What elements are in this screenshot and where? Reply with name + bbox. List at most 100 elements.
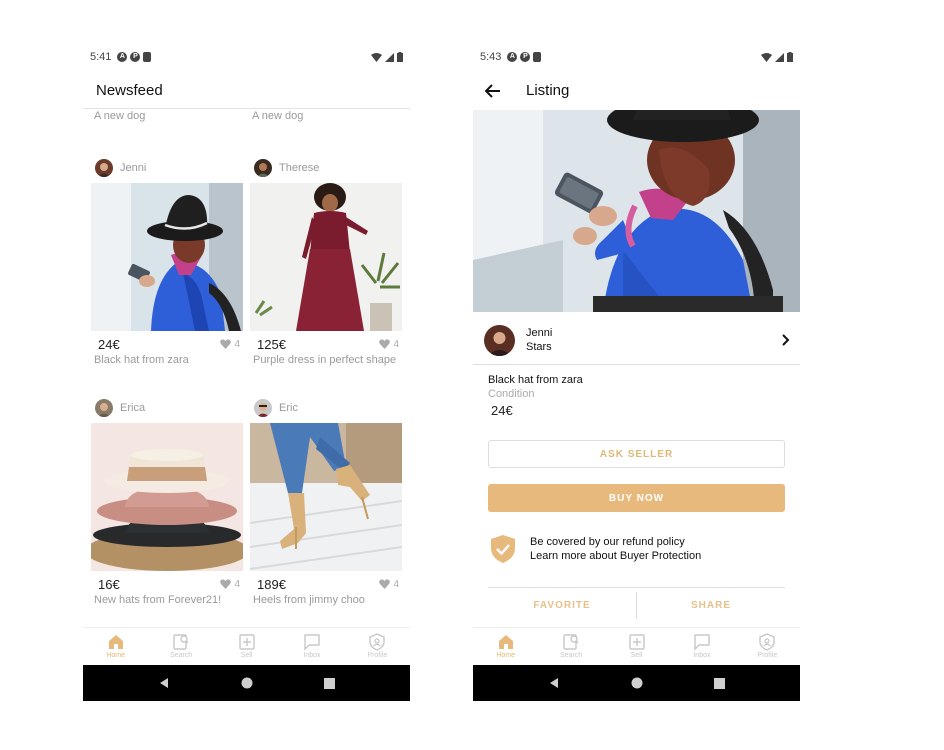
- recents-icon[interactable]: [323, 677, 335, 689]
- nav-label: Profile: [367, 652, 388, 659]
- feed-post[interactable]: Jenni 24€ 4 Black hat from zara: [91, 158, 243, 366]
- home-icon: [108, 635, 123, 649]
- sd-card-icon: [143, 52, 152, 62]
- post-user-name: Therese: [279, 162, 320, 174]
- notification-icon: A: [507, 52, 518, 62]
- home-circle-icon[interactable]: [631, 677, 643, 689]
- seller-info: Jenni Stars: [526, 326, 552, 354]
- nav-label: Inbox: [303, 652, 321, 659]
- battery-icon: [787, 52, 793, 62]
- like-button[interactable]: 4: [220, 579, 240, 590]
- like-count: 4: [393, 578, 399, 590]
- feed-post[interactable]: Therese 125€ 4 Purple dress in perfect s…: [250, 158, 402, 366]
- feed-post[interactable]: Erica 16€ 4 New hats from Forever21!: [91, 398, 243, 606]
- protection-link[interactable]: Learn more about Buyer Protection: [530, 549, 701, 563]
- newsfeed-screen: 5:41 A P Newsfeed A new dog A new dog Je…: [83, 42, 410, 701]
- nav-item-sell[interactable]: Sell: [604, 628, 669, 665]
- nav-item-home[interactable]: Home: [83, 628, 148, 665]
- buyer-protection[interactable]: Be covered by our refund policy Learn mo…: [490, 534, 701, 564]
- signal-icon: [385, 52, 394, 62]
- like-count: 4: [393, 338, 399, 350]
- nav-item-profile[interactable]: Profile: [735, 628, 800, 665]
- back-icon[interactable]: [158, 677, 170, 689]
- search-icon: [173, 634, 189, 650]
- nav-item-inbox[interactable]: Inbox: [669, 628, 734, 665]
- share-button[interactable]: SHARE: [637, 588, 785, 623]
- listing-screen: 5:43 A P Listing Jenni Stars Black hat f…: [473, 42, 800, 701]
- item-title: Black hat from zara: [488, 374, 583, 386]
- nav-label: Search: [560, 652, 583, 659]
- post-user[interactable]: Erica: [91, 398, 243, 418]
- post-title: Heels from jimmy choo: [253, 594, 365, 606]
- search-icon: [563, 634, 579, 650]
- favorite-button[interactable]: FAVORITE: [488, 588, 636, 623]
- post-title: A new dog: [94, 110, 146, 122]
- chevron-right-icon: [782, 334, 790, 346]
- like-button[interactable]: 4: [379, 339, 399, 350]
- nav-item-search[interactable]: Search: [538, 628, 603, 665]
- action-row: FAVORITE SHARE: [488, 587, 785, 623]
- post-title: A new dog: [252, 110, 304, 122]
- nav-label: Profile: [757, 652, 778, 659]
- post-user-name: Eric: [279, 402, 298, 414]
- nav-item-sell[interactable]: Sell: [214, 628, 279, 665]
- nav-label: Inbox: [693, 652, 711, 659]
- price: 189€: [257, 576, 286, 592]
- sell-icon: [628, 634, 645, 650]
- inbox-icon: [694, 634, 710, 651]
- previous-row: A new dog A new dog: [83, 110, 410, 130]
- ask-seller-button[interactable]: ASK SELLER: [488, 440, 785, 468]
- post-user[interactable]: Therese: [250, 158, 402, 178]
- signal-icon: [775, 52, 784, 62]
- bottom-nav: Home Search Sell Inbox Profile: [83, 627, 410, 665]
- post-image[interactable]: [250, 423, 402, 571]
- app-bar: Newsfeed: [83, 72, 410, 109]
- buy-now-button[interactable]: BUY NOW: [488, 484, 785, 512]
- post-user-name: Jenni: [120, 162, 147, 174]
- like-button[interactable]: 4: [220, 339, 240, 350]
- nav-item-profile[interactable]: Profile: [345, 628, 410, 665]
- nav-label: Home: [496, 652, 516, 659]
- page-title: Listing: [526, 82, 570, 99]
- seller-stars: Stars: [526, 341, 552, 353]
- status-time: 5:43: [480, 51, 502, 63]
- home-circle-icon[interactable]: [241, 677, 253, 689]
- nav-label: Sell: [630, 652, 643, 659]
- like-count: 4: [234, 578, 240, 590]
- post-image[interactable]: [91, 183, 243, 331]
- heart-icon: [220, 339, 232, 349]
- wifi-icon: [371, 52, 382, 62]
- feed-list[interactable]: A new dog A new dog Jenni 24€ 4 Black ha…: [83, 110, 410, 627]
- post-title: Purple dress in perfect shape: [253, 354, 397, 366]
- nav-item-home[interactable]: Home: [473, 628, 538, 665]
- app-bar: Listing: [473, 72, 800, 109]
- nav-item-inbox[interactable]: Inbox: [279, 628, 344, 665]
- inbox-icon: [304, 634, 320, 651]
- listing-image[interactable]: [473, 110, 800, 312]
- avatar: [254, 159, 272, 177]
- profile-icon: [369, 633, 386, 651]
- battery-icon: [397, 52, 403, 62]
- like-button[interactable]: 4: [379, 579, 399, 590]
- wifi-icon: [761, 52, 772, 62]
- notification-icon: P: [130, 52, 141, 62]
- post-user[interactable]: Jenni: [91, 158, 243, 178]
- price: 16€: [98, 576, 120, 592]
- status-time: 5:41: [90, 51, 112, 63]
- post-image[interactable]: [250, 183, 402, 331]
- profile-icon: [759, 633, 776, 651]
- back-button[interactable]: [481, 79, 505, 103]
- post-image[interactable]: [91, 423, 243, 571]
- seller-row[interactable]: Jenni Stars: [473, 316, 800, 365]
- status-bar: 5:41 A P: [83, 42, 410, 72]
- nav-item-search[interactable]: Search: [148, 628, 213, 665]
- system-nav-bar: [473, 665, 800, 701]
- page-title: Newsfeed: [96, 81, 163, 99]
- nav-label: Sell: [240, 652, 253, 659]
- post-user[interactable]: Eric: [250, 398, 402, 418]
- back-icon[interactable]: [548, 677, 560, 689]
- feed-post[interactable]: Eric 189€ 4 Heels from jimmy choo: [250, 398, 402, 606]
- post-meta: 189€ 4: [250, 575, 402, 593]
- recents-icon[interactable]: [713, 677, 725, 689]
- heart-icon: [220, 579, 232, 589]
